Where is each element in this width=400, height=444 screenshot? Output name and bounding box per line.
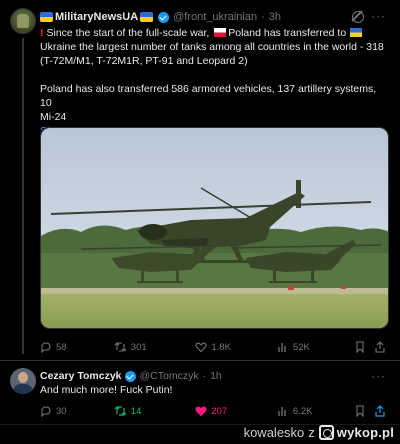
tweet-line-5: Mi-24 (40, 111, 67, 123)
helicopter-photo (41, 128, 388, 328)
reply-button[interactable]: 30 (40, 405, 114, 417)
views-button[interactable]: 6.2K (277, 405, 355, 417)
tweet-line-4: Poland has also transferred 586 armored … (40, 83, 377, 109)
heart-icon (195, 406, 207, 417)
tweet-actions: 58 301 1.8K 52K (40, 338, 390, 356)
grok-icon[interactable] (352, 11, 364, 23)
reply-header: Cezary Tomczyk @CTomczyk · 1h ··· (40, 369, 390, 383)
reply-count: 30 (56, 405, 67, 417)
reply-text: And much more! Fuck Putin! (40, 384, 173, 396)
reply-tweet: Cezary Tomczyk @CTomczyk · 1h ··· And mu… (0, 362, 400, 424)
author-avatar[interactable] (10, 8, 36, 34)
views-count: 6.2K (292, 405, 313, 417)
bookmark-icon (356, 341, 364, 353)
retweet-icon (114, 342, 127, 352)
bookmark-button[interactable] (355, 341, 374, 353)
separator-dot: · (261, 11, 265, 23)
reply-author-handle[interactable]: @CTomczyk (140, 370, 199, 382)
reply-actions: 30 14 207 6.2K (40, 402, 390, 420)
share-button[interactable] (374, 341, 390, 353)
share-icon (375, 405, 385, 417)
tweet-line-2: Ukraine the largest number of tanks amon… (40, 41, 384, 53)
heart-icon (195, 342, 207, 353)
tweet-time[interactable]: 3h (269, 11, 281, 23)
like-count: 207 (211, 405, 228, 417)
verified-badge-icon (124, 370, 136, 382)
watermark-site: wykop.pl (336, 424, 394, 440)
retweet-icon (114, 406, 127, 416)
ukraine-flag-icon (350, 28, 363, 37)
ukraine-flag-icon (40, 12, 53, 22)
verified-badge-icon (158, 11, 170, 23)
more-options-icon[interactable]: ··· (371, 369, 386, 383)
retweet-button[interactable]: 301 (114, 341, 196, 353)
views-count: 52K (292, 341, 310, 353)
tweet-media-image[interactable] (40, 127, 389, 329)
share-button[interactable] (374, 405, 390, 417)
views-icon (278, 343, 286, 352)
poland-flag-icon (214, 28, 227, 37)
tweet-text: ! Since the start of the full-scale war, … (40, 26, 390, 138)
reply-time[interactable]: 1h (210, 370, 222, 382)
tweet: MilitaryNewsUA @front_ukrainian · 3h ···… (0, 0, 400, 360)
bookmark-icon (356, 405, 364, 417)
more-options-icon[interactable]: ··· (371, 9, 386, 23)
tweet-line-1: Since the start of the full-scale war, (46, 27, 210, 39)
reply-button[interactable]: 58 (40, 341, 114, 353)
reply-icon (41, 406, 51, 417)
author-handle[interactable]: @front_ukrainian (173, 11, 257, 23)
share-icon (375, 341, 385, 353)
reply-author-name[interactable]: Cezary Tomczyk (40, 370, 122, 382)
watermark-separator: z (308, 424, 315, 440)
author-name[interactable]: MilitaryNewsUA (55, 11, 138, 23)
reply-author-avatar[interactable] (10, 368, 36, 394)
reply-icon (41, 342, 51, 353)
bookmark-button[interactable] (355, 405, 374, 417)
like-count: 1.8K (211, 341, 231, 353)
tweet-divider (0, 360, 400, 361)
wykop-watermark: kowalesko z wykop.pl (244, 422, 394, 442)
retweet-button[interactable]: 14 (114, 405, 196, 417)
exclamation-icon: ! (40, 27, 44, 39)
tweet-line-3: (T-72M/M1, T-72M1R, PT-91 and Leopard 2) (40, 55, 248, 67)
watermark-user: kowalesko (243, 424, 305, 440)
views-icon (278, 407, 286, 416)
ukraine-flag-icon (140, 12, 154, 22)
retweet-count: 301 (130, 341, 147, 353)
thread-line (22, 38, 24, 354)
retweet-count: 14 (130, 405, 142, 417)
tweet-header: MilitaryNewsUA @front_ukrainian · 3h ··· (40, 9, 390, 25)
wykop-logo-icon (318, 424, 334, 440)
like-button[interactable]: 207 (195, 405, 277, 417)
reply-count: 58 (56, 341, 67, 353)
separator-dot: · (202, 370, 207, 382)
tweet-line-1b: Poland has transferred to (228, 27, 347, 39)
views-button[interactable]: 52K (277, 341, 355, 353)
like-button[interactable]: 1.8K (195, 341, 277, 353)
